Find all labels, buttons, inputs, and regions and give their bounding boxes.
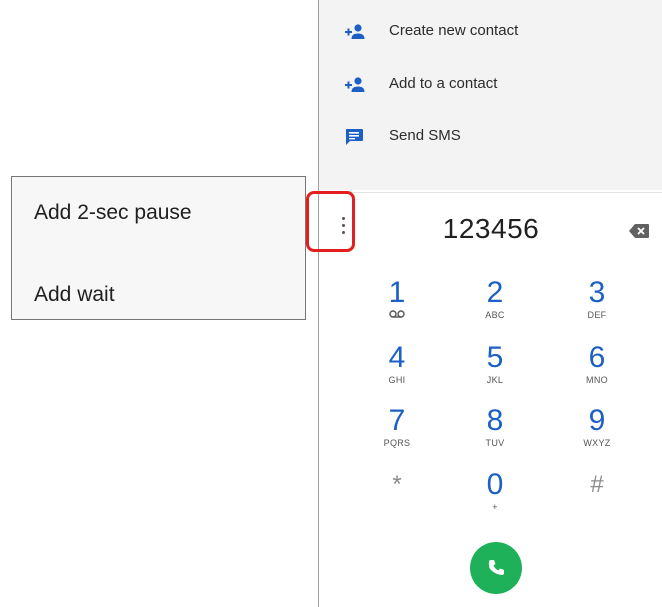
key-9-letters: WXYZ [583,438,611,448]
key-9[interactable]: 9 WXYZ [557,406,637,468]
number-actions: Create new contact Add to a contact Send… [319,0,662,190]
voicemail-icon [389,310,405,318]
key-7[interactable]: 7 PQRS [357,406,437,468]
add-wait-menu-item[interactable]: Add wait [34,283,115,307]
key-4-digit: 4 [388,341,406,374]
key-7-letters: PQRS [383,438,411,448]
dialed-number-bar: 123456 [319,192,662,252]
key-5-digit: 5 [486,341,504,374]
key-9-digit: 9 [588,404,606,437]
key-5[interactable]: 5 JKL [455,343,535,405]
dialed-number[interactable]: 123456 [319,213,662,245]
key-0-digit: 0 [486,468,504,501]
key-6-digit: 6 [588,341,606,374]
phone-icon [488,560,504,575]
send-sms-label: Send SMS [389,127,461,144]
message-icon [346,129,363,145]
create-new-contact-label: Create new contact [389,22,519,39]
key-3[interactable]: 3 DEF [557,278,637,340]
add-to-contact-action[interactable]: Add to a contact [319,65,662,105]
add-person-icon [345,24,365,39]
dialer-screen: Create new contact Add to a contact Send… [318,0,662,607]
key-8-letters: TUV [485,438,505,448]
key-3-digit: 3 [588,276,606,309]
key-8-digit: 8 [486,404,504,437]
key-star[interactable]: * [357,464,437,526]
key-hash-symbol: # [590,471,604,498]
key-7-digit: 7 [388,404,406,437]
key-0[interactable]: 0 + [455,470,535,532]
key-star-symbol: * [392,471,402,498]
key-1[interactable]: 1 [357,278,437,340]
key-2-letters: ABC [485,310,505,320]
add-to-contact-label: Add to a contact [389,75,498,92]
key-0-letters: + [492,502,498,512]
overflow-menu: Add 2-sec pause Add wait [11,176,306,320]
key-hash[interactable]: # [557,464,637,526]
call-button[interactable] [470,542,522,594]
key-6[interactable]: 6 MNO [557,343,637,405]
backspace-icon[interactable] [629,224,649,238]
key-2-digit: 2 [486,276,504,309]
key-6-letters: MNO [586,375,608,385]
key-8[interactable]: 8 TUV [455,406,535,468]
key-1-digit: 1 [388,276,406,309]
key-4[interactable]: 4 GHI [357,343,437,405]
add-pause-menu-item[interactable]: Add 2-sec pause [34,201,192,225]
key-3-letters: DEF [587,310,607,320]
send-sms-action[interactable]: Send SMS [319,117,662,157]
key-2[interactable]: 2 ABC [455,278,535,340]
key-5-letters: JKL [486,375,504,385]
add-person-icon [345,77,365,92]
create-new-contact-action[interactable]: Create new contact [319,12,662,52]
highlight-annotation [306,191,355,252]
key-4-letters: GHI [388,375,406,385]
